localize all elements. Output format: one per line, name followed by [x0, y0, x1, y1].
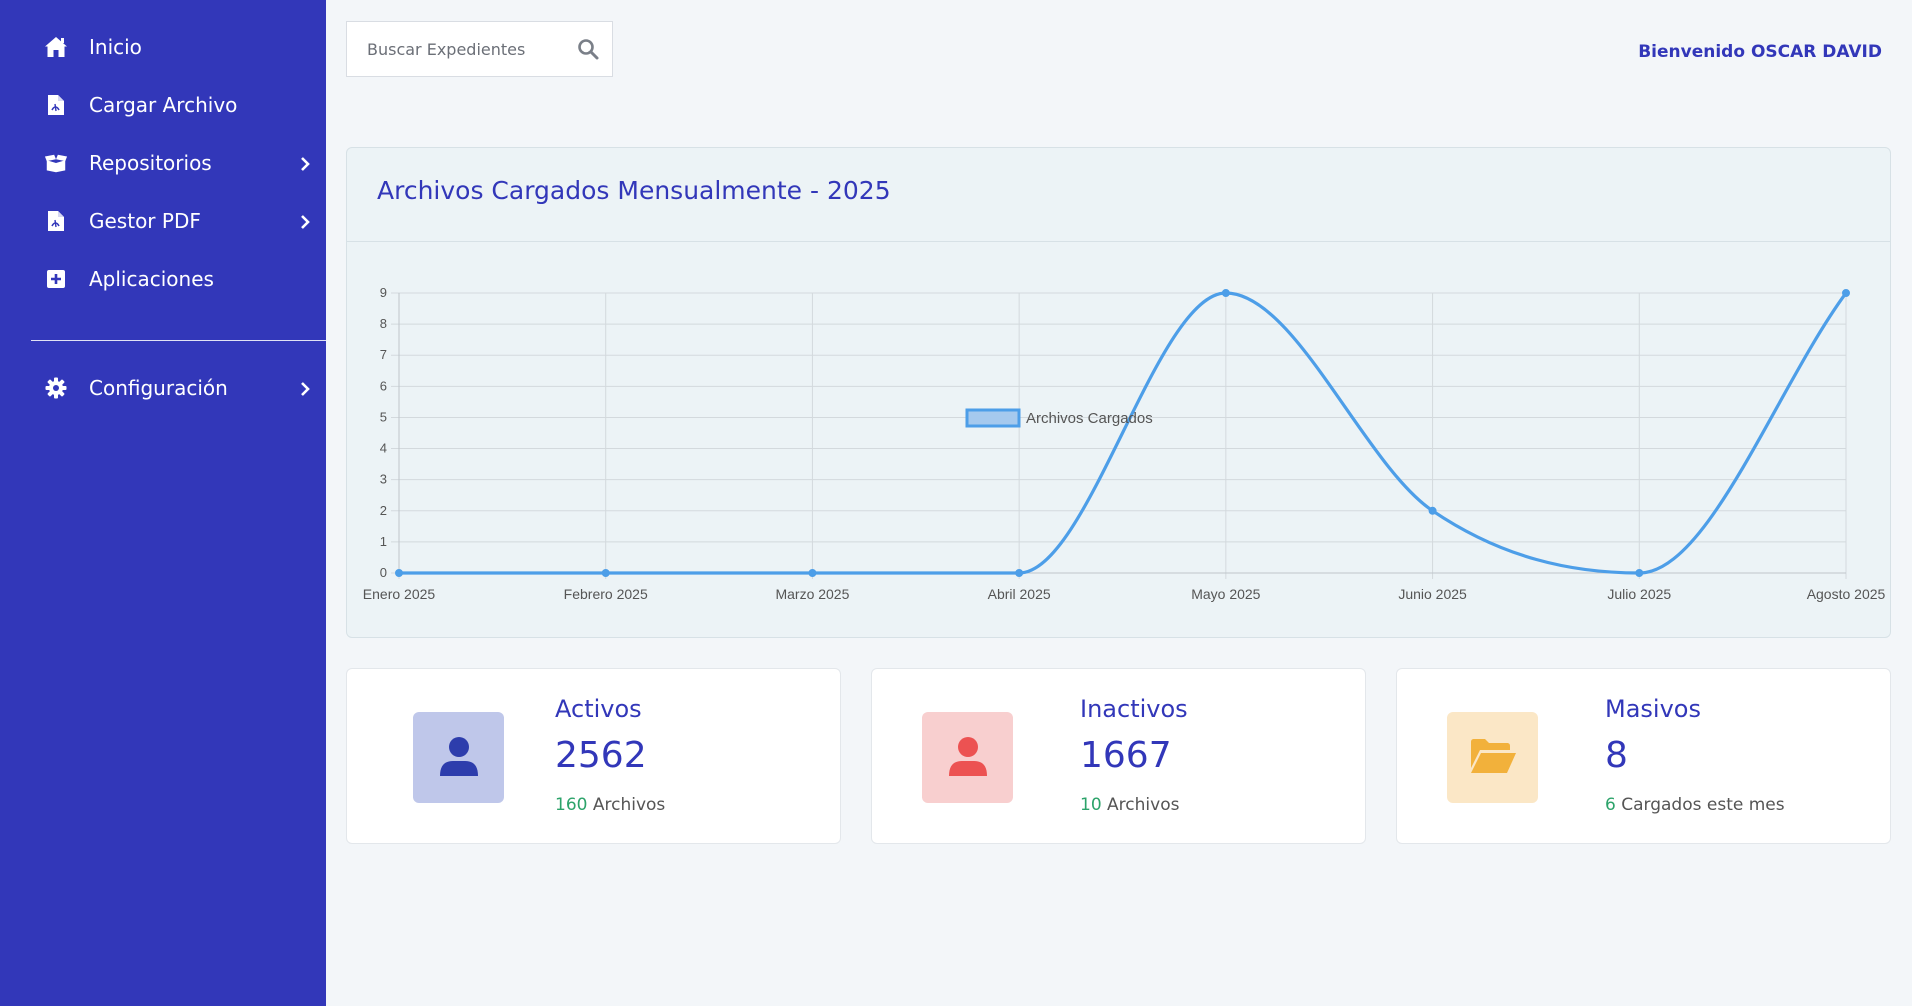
- sidebar: Inicio Cargar Archivo Repositorios Gesto…: [0, 0, 326, 1006]
- stat-value: 1667: [1080, 735, 1172, 776]
- legend-label: Archivos Cargados: [1026, 410, 1153, 427]
- legend-swatch: [965, 408, 1021, 428]
- stat-icon-box: [413, 712, 504, 803]
- stat-subtitle: 160 Archivos: [555, 795, 665, 815]
- chart-title: Archivos Cargados Mensualmente - 2025: [377, 176, 891, 205]
- stat-card-inactivos: Inactivos 1667 10 Archivos: [871, 668, 1366, 844]
- stat-value: 8: [1605, 735, 1628, 776]
- y-tick-label: 0: [380, 565, 387, 580]
- x-tick-label: Junio 2025: [1398, 586, 1467, 602]
- y-tick-label: 1: [380, 534, 387, 549]
- series-line: [399, 291, 1848, 575]
- y-tick-label: 9: [380, 285, 387, 300]
- box-icon: [44, 151, 68, 175]
- data-point: [808, 569, 817, 577]
- chevron-right-icon: [298, 156, 312, 171]
- sidebar-item-label: Configuración: [89, 376, 228, 400]
- x-tick-label: Febrero 2025: [564, 586, 648, 602]
- user-icon: [947, 735, 989, 781]
- x-tick-label: Julio 2025: [1607, 586, 1671, 602]
- stat-title: Inactivos: [1080, 695, 1188, 723]
- sidebar-item-label: Cargar Archivo: [89, 93, 238, 117]
- stat-value: 2562: [555, 735, 647, 776]
- x-tick-label: Enero 2025: [363, 586, 436, 602]
- data-point: [1428, 506, 1437, 515]
- gear-icon: [44, 376, 68, 400]
- y-tick-label: 7: [380, 347, 387, 362]
- pdf-file-icon: [44, 93, 68, 117]
- sidebar-item-gestor-pdf[interactable]: Gestor PDF: [0, 196, 326, 246]
- stat-icon-box: [922, 712, 1013, 803]
- sidebar-item-label: Gestor PDF: [89, 209, 201, 233]
- data-point: [1635, 569, 1644, 577]
- y-tick-label: 3: [380, 472, 387, 487]
- sidebar-item-label: Inicio: [89, 35, 142, 59]
- stat-sub-text: Cargados este mes: [1621, 795, 1785, 815]
- stat-sub-count: 6: [1605, 795, 1616, 815]
- sidebar-item-aplicaciones[interactable]: Aplicaciones: [0, 254, 326, 304]
- sidebar-divider: [31, 340, 326, 341]
- stat-title: Activos: [555, 695, 642, 723]
- y-tick-label: 2: [380, 503, 387, 518]
- data-point: [1015, 569, 1024, 577]
- stat-subtitle: 6 Cargados este mes: [1605, 795, 1785, 815]
- sidebar-item-cargar-archivo[interactable]: Cargar Archivo: [0, 80, 326, 130]
- stat-sub-text: Archivos: [592, 795, 666, 815]
- sidebar-item-repositorios[interactable]: Repositorios: [0, 138, 326, 188]
- chart-header: Archivos Cargados Mensualmente - 2025: [347, 148, 1890, 242]
- x-tick-label: Agosto 2025: [1807, 586, 1886, 602]
- stat-card-masivos: Masivos 8 6 Cargados este mes: [1396, 668, 1891, 844]
- y-tick-label: 5: [380, 409, 387, 424]
- sidebar-item-label: Repositorios: [89, 151, 212, 175]
- x-tick-label: Abril 2025: [988, 586, 1051, 602]
- stat-sub-count: 160: [555, 795, 588, 815]
- stat-icon-box: [1447, 712, 1538, 803]
- user-icon: [438, 735, 480, 781]
- line-chart: 0 1 2 3 4 5 6 7 8 9 Enero 2025 Febrero 2025 Marzo 20…: [363, 285, 1886, 602]
- folder-open-icon: [1469, 738, 1517, 778]
- y-tick-label: 4: [380, 441, 387, 456]
- main-content: Bienvenido OSCAR DAVID Archivos Cargados…: [326, 0, 1912, 1006]
- pdf-file-icon: [44, 209, 68, 233]
- search-input[interactable]: [347, 22, 572, 76]
- sidebar-item-configuracion[interactable]: Configuración: [0, 363, 326, 413]
- search-box: [346, 21, 613, 77]
- home-icon: [44, 35, 68, 59]
- stat-sub-count: 10: [1080, 795, 1102, 815]
- data-point: [395, 569, 403, 577]
- stat-subtitle: 10 Archivos: [1080, 795, 1179, 815]
- search-icon[interactable]: [576, 37, 600, 61]
- stat-card-activos: Activos 2562 160 Archivos: [346, 668, 841, 844]
- chevron-right-icon: [298, 381, 312, 396]
- chevron-right-icon: [298, 214, 312, 229]
- welcome-text: Bienvenido OSCAR DAVID: [1638, 42, 1882, 62]
- x-tick-label: Mayo 2025: [1191, 586, 1260, 602]
- sidebar-item-inicio[interactable]: Inicio: [0, 22, 326, 72]
- sidebar-item-label: Aplicaciones: [89, 267, 214, 291]
- data-point: [1221, 289, 1230, 297]
- data-point: [601, 569, 610, 577]
- y-tick-label: 6: [380, 378, 387, 393]
- plus-square-icon: [44, 267, 68, 291]
- data-point: [1842, 289, 1850, 297]
- y-tick-label: 8: [380, 316, 387, 331]
- x-tick-label: Marzo 2025: [775, 586, 849, 602]
- stat-title: Masivos: [1605, 695, 1701, 723]
- stat-sub-text: Archivos: [1107, 795, 1180, 815]
- chart-card: Archivos Cargados Mensualmente - 2025 0 1…: [346, 147, 1891, 638]
